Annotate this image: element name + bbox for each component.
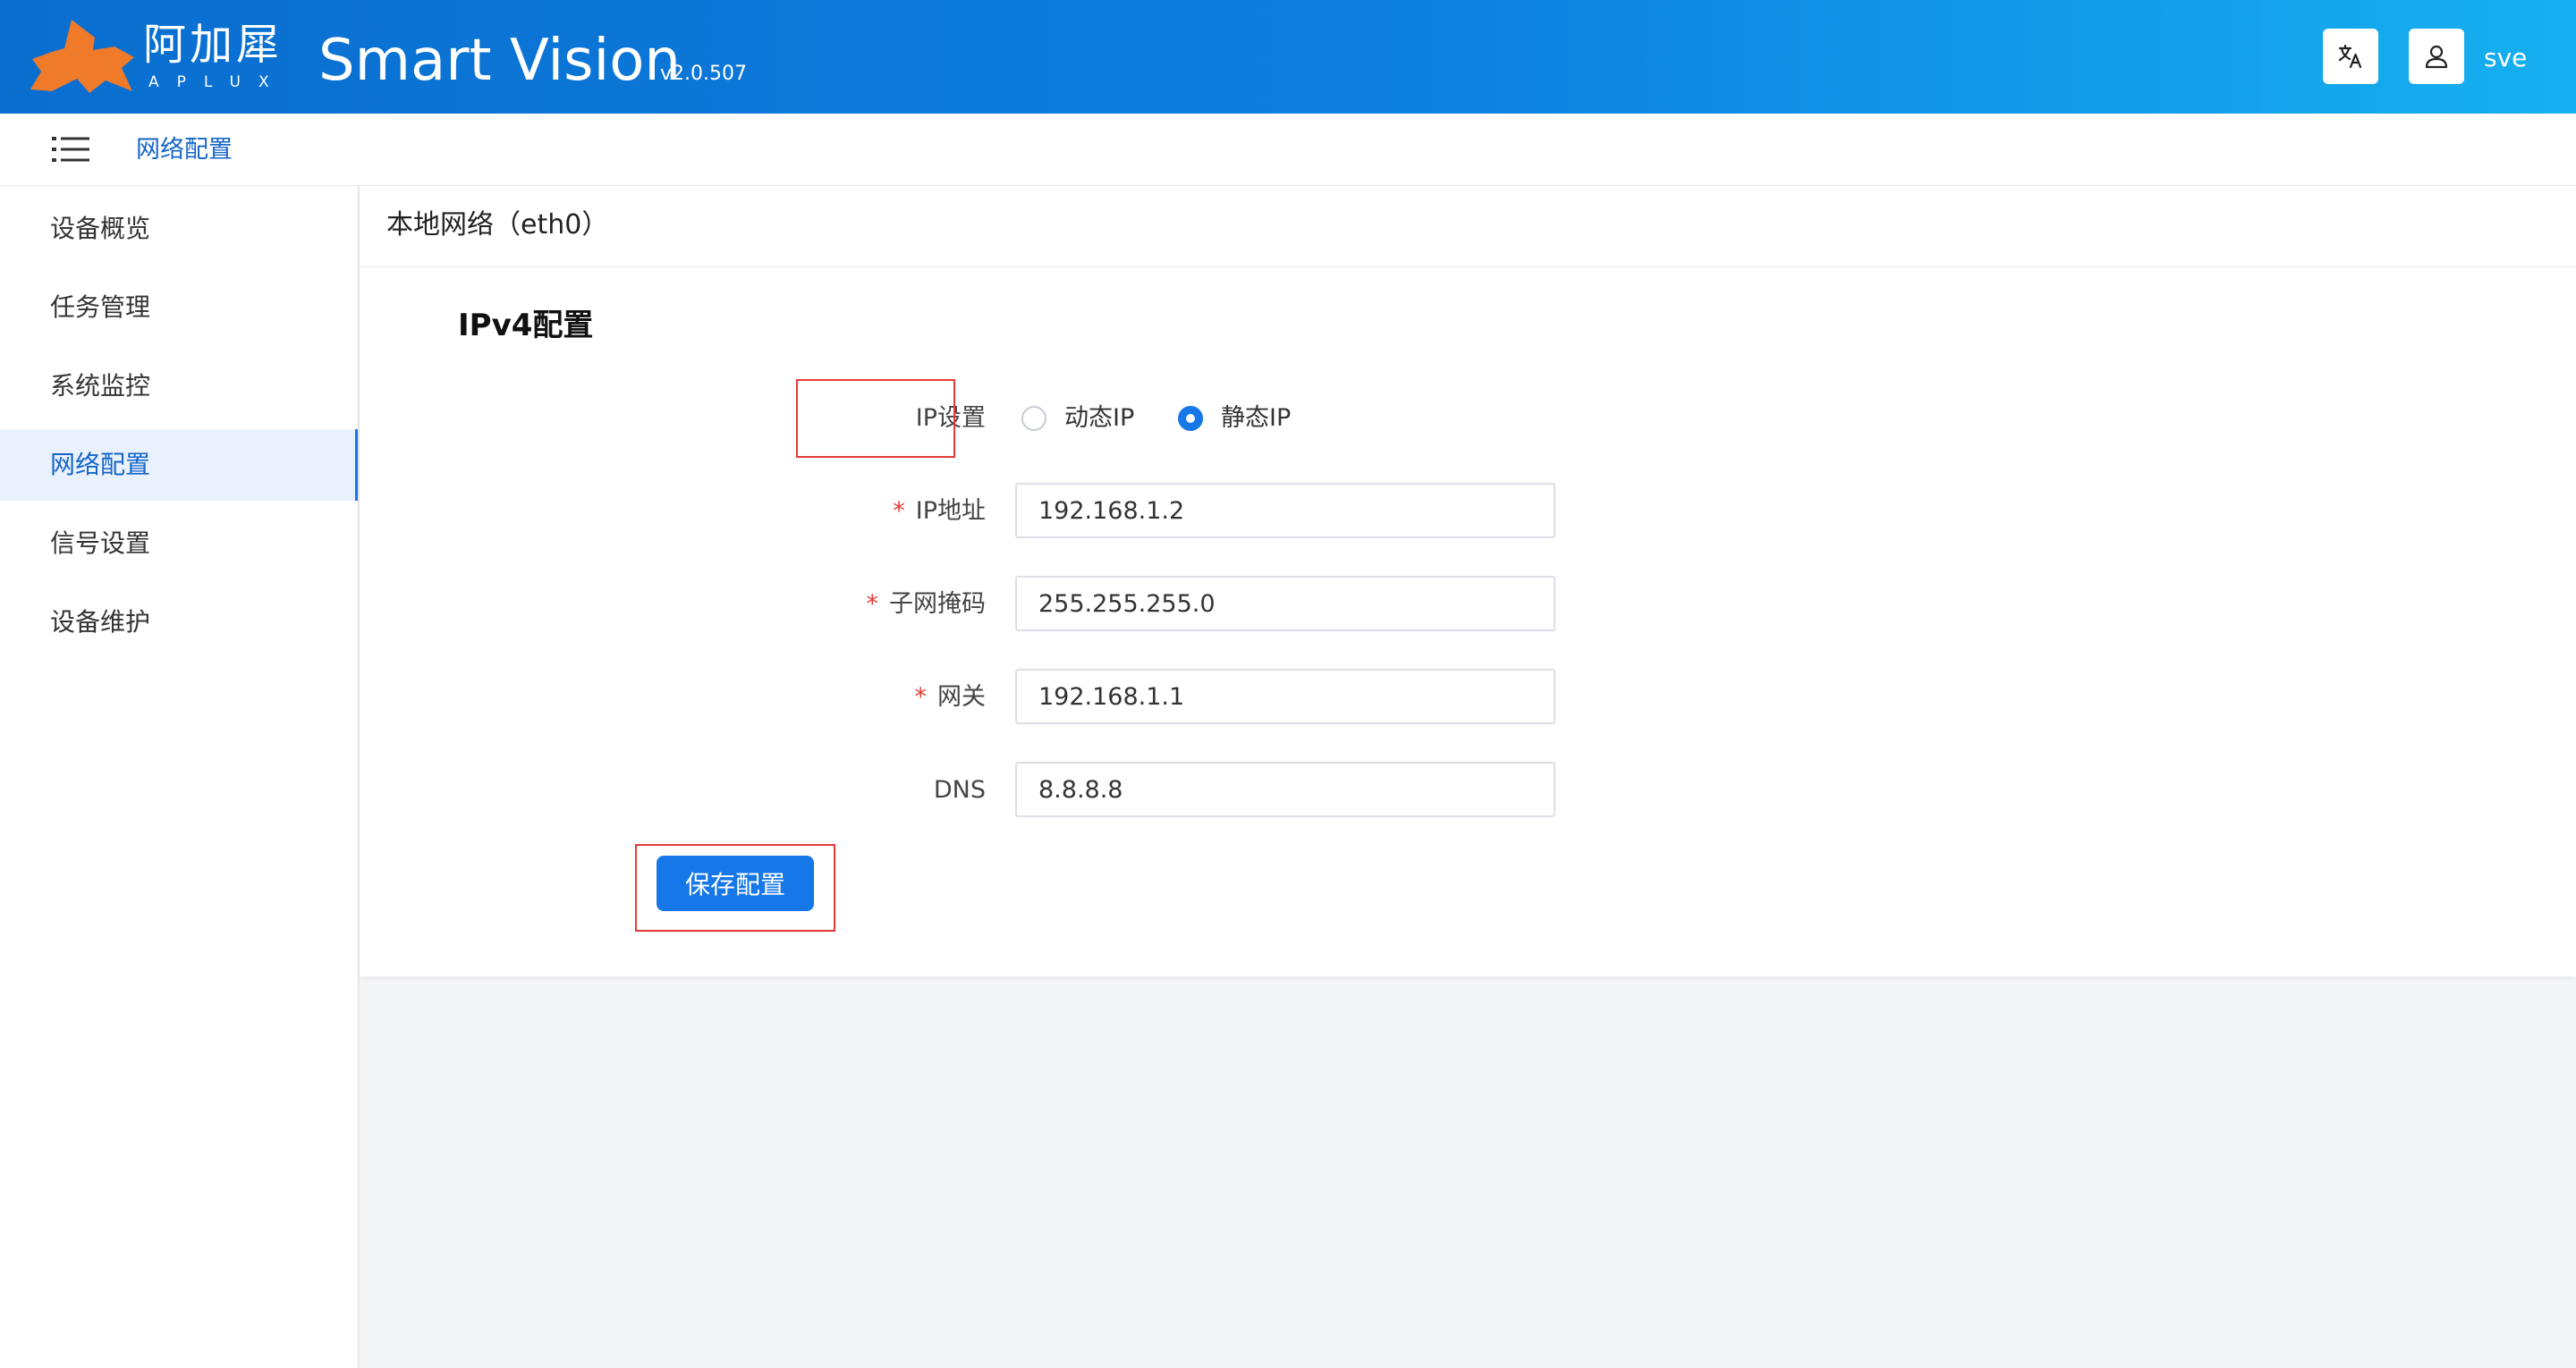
breadcrumb[interactable]: 网络配置 [136,135,233,165]
app-version: v2.0.507 [660,63,747,85]
sidebar-item-network-config[interactable]: 网络配置 [0,429,358,501]
radio-label: 静态IP [1221,404,1292,432]
top-bar: 网络配置 [0,114,2576,186]
user-button[interactable] [2409,29,2464,84]
sidebar-item-label: 任务管理 [50,292,151,322]
radio-circle [1021,406,1046,431]
sidebar-item-label: 设备概览 [50,214,151,243]
required-mark: * [914,683,928,711]
subnet-mask-label: * 子网掩码 [866,590,987,618]
ip-address-input[interactable] [1015,483,1555,538]
panel-header: 本地网络（eth0） [360,186,2576,267]
logo-english-text: APLUX [148,73,287,91]
aplux-logo-icon [30,20,134,93]
required-mark: * [893,497,905,525]
sidebar-item-label: 信号设置 [50,528,151,558]
highlight-box [796,379,955,458]
radio-circle-selected [1178,406,1203,431]
sidebar-item-system-monitor[interactable]: 系统监控 [0,350,356,422]
sidebar-item-signal-settings[interactable]: 信号设置 [0,508,356,579]
radio-static[interactable]: 静态IP [1178,402,1291,435]
user-icon [2425,45,2448,69]
menu-toggle-icon[interactable] [50,131,91,167]
panel-title: 本地网络（eth0） [386,209,609,241]
logo-chinese-text: 阿加犀 [143,20,284,70]
sidebar-item-device-overview[interactable]: 设备概览 [0,193,356,265]
radio-dhcp[interactable]: 动态IP [1021,402,1134,435]
app-title: Smart Vision [318,28,681,94]
sidebar-item-task-management[interactable]: 任务管理 [0,272,356,343]
radio-label: 动态IP [1064,404,1135,432]
dns-label: DNS [933,776,986,804]
language-button[interactable] [2323,29,2378,84]
sidebar: 设备概览 任务管理 系统监控 网络配置 信号设置 设备维护 [0,186,360,1368]
translate-icon [2338,44,2362,69]
sidebar-item-label: 设备维护 [50,607,151,637]
sidebar-item-device-maintenance[interactable]: 设备维护 [0,587,356,658]
section-title: IPv4配置 [458,308,594,343]
save-config-button[interactable]: 保存配置 [657,856,814,911]
gateway-input[interactable] [1015,669,1555,724]
subnet-mask-input[interactable] [1015,576,1555,631]
dns-input[interactable] [1015,762,1555,817]
app-header: 阿加犀 APLUX Smart Vision v2.0.507 sve [0,0,2576,114]
sidebar-item-label: 网络配置 [50,450,151,479]
required-mark: * [866,590,879,618]
sidebar-item-label: 系统监控 [50,371,151,401]
gateway-label: * 网关 [914,683,987,711]
ip-address-label: * IP地址 [893,497,986,525]
username[interactable]: sve [2484,43,2527,73]
